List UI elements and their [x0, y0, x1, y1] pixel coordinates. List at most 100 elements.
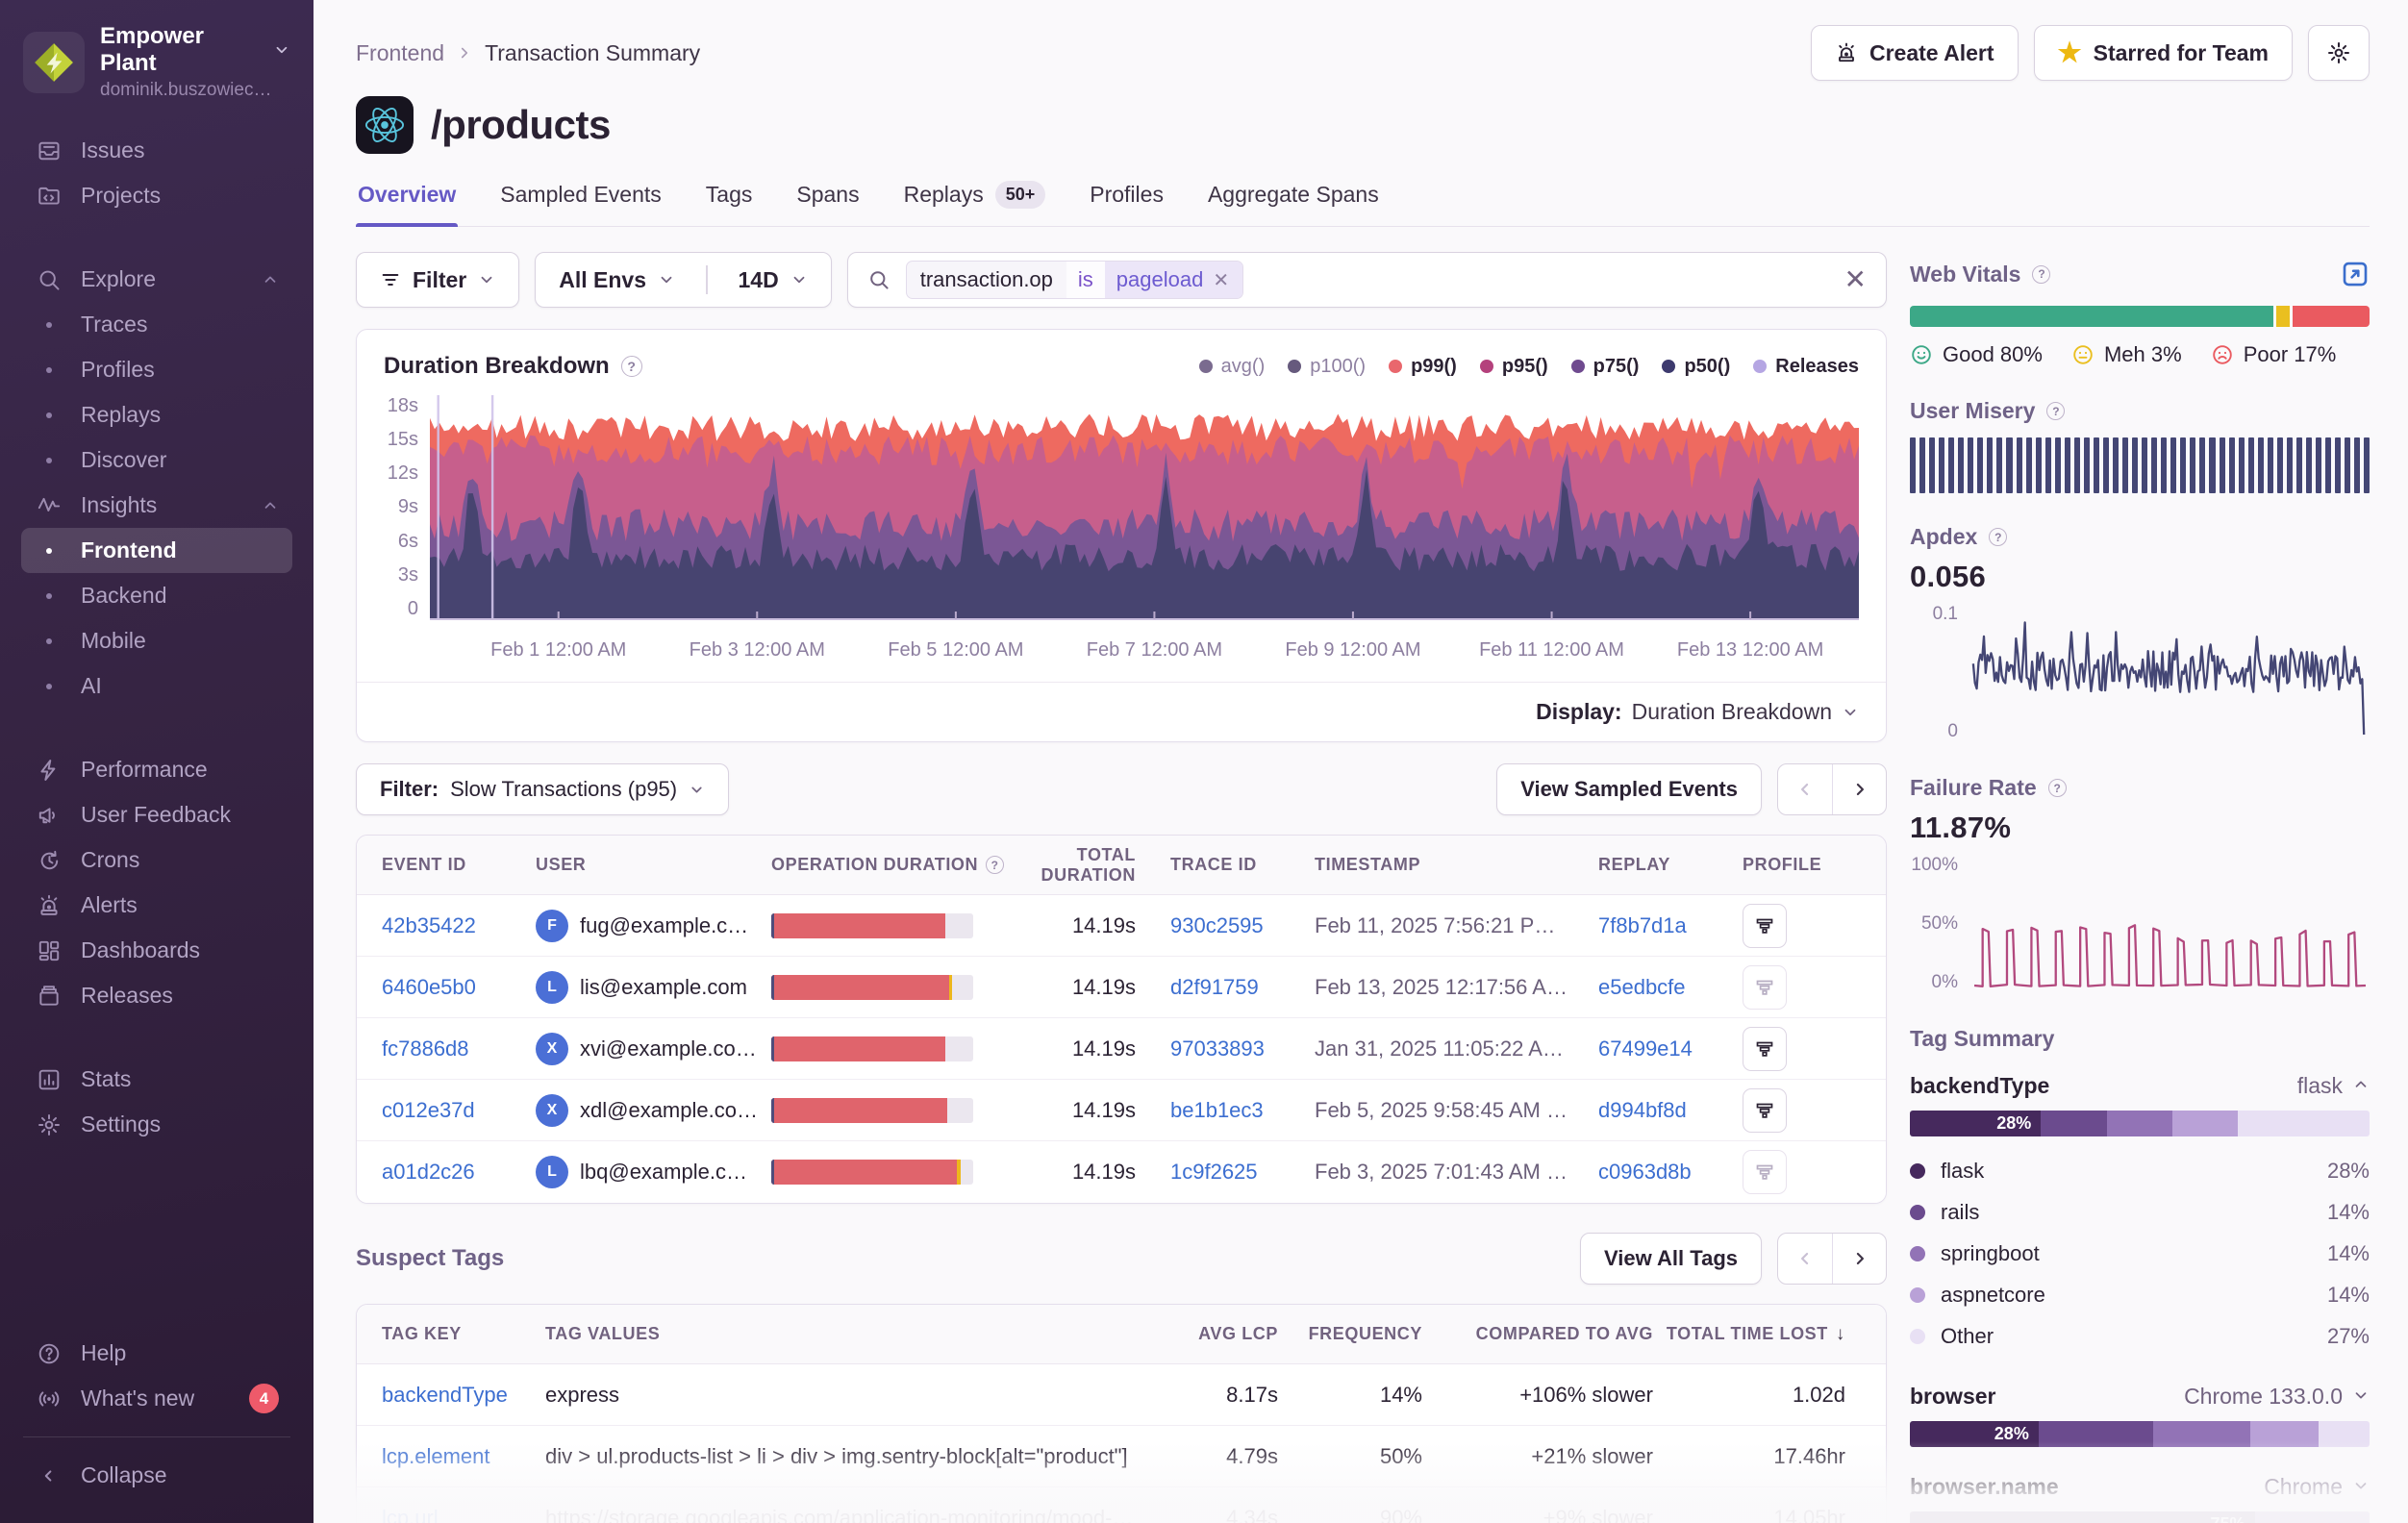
org-logo[interactable] — [23, 32, 85, 93]
tag-group-selector[interactable]: Chrome 133.0.0 — [2184, 1384, 2370, 1410]
sidebar-item-dashboards[interactable]: Dashboards — [21, 928, 292, 973]
sidebar-item-releases[interactable]: Releases — [21, 973, 292, 1018]
sidebar-item-stats[interactable]: Stats — [21, 1057, 292, 1102]
trace-id-link[interactable]: 1c9f2625 — [1170, 1160, 1315, 1185]
env-daterange-group[interactable]: All Envs 14D — [535, 252, 831, 308]
trace-id-link[interactable]: be1b1ec3 — [1170, 1098, 1315, 1123]
prev-page-button[interactable] — [1778, 1234, 1832, 1284]
tab-sampled-events[interactable]: Sampled Events — [498, 177, 663, 226]
event-id-link[interactable]: c012e37d — [382, 1098, 536, 1123]
legend-item-p75[interactable]: p75() — [1571, 356, 1640, 378]
trace-id-link[interactable]: d2f91759 — [1170, 975, 1315, 1000]
view-sampled-events-button[interactable]: View Sampled Events — [1496, 763, 1762, 815]
sidebar-item-alerts[interactable]: Alerts — [21, 883, 292, 928]
sidebar-item-settings[interactable]: Settings — [21, 1102, 292, 1147]
replay-id-link[interactable]: 67499e14 — [1598, 1036, 1743, 1061]
legend-item-p100[interactable]: p100() — [1288, 356, 1366, 378]
legend-item-p95[interactable]: p95() — [1480, 356, 1548, 378]
view-all-tags-button[interactable]: View All Tags — [1580, 1233, 1762, 1285]
sidebar-item-explore[interactable]: Explore — [21, 257, 292, 302]
app-root: Empower Plant dominik.buszowiec… IssuesP… — [0, 0, 2408, 1523]
tag-group-header: backendTypeflask — [1910, 1073, 2370, 1099]
sidebar-item-frontend[interactable]: Frontend — [21, 528, 292, 573]
sidebar-item-what-s-new[interactable]: What's new4 — [21, 1376, 292, 1421]
replay-id-link[interactable]: 7f8b7d1a — [1598, 913, 1743, 938]
sidebar-item-user-feedback[interactable]: User Feedback — [21, 792, 292, 837]
tab-profiles[interactable]: Profiles — [1088, 177, 1166, 226]
daterange-selector[interactable]: 14D — [739, 267, 779, 293]
legend-item-p99[interactable]: p99() — [1389, 356, 1457, 378]
tag-group-selector[interactable]: flask — [2297, 1073, 2370, 1099]
help-icon[interactable]: ? — [621, 356, 642, 377]
token-remove-icon[interactable]: ✕ — [1213, 268, 1235, 292]
create-alert-button[interactable]: Create Alert — [1811, 25, 2019, 81]
legend-item-releases[interactable]: Releases — [1753, 356, 1859, 378]
help-icon[interactable]: ? — [2046, 402, 2065, 420]
transactions-filter-dropdown[interactable]: Filter: Slow Transactions (p95) — [356, 763, 729, 815]
prev-page-button[interactable] — [1778, 764, 1832, 814]
y-tick: 15s — [388, 429, 418, 451]
sidebar-item-ai[interactable]: AI — [21, 663, 292, 709]
profile-button[interactable] — [1743, 904, 1787, 948]
breadcrumb-parent[interactable]: Frontend — [356, 40, 444, 66]
help-icon[interactable]: ? — [1989, 528, 2007, 546]
display-selector[interactable]: Duration Breakdown — [1632, 699, 1859, 725]
profile-button[interactable] — [1743, 1150, 1787, 1194]
tag-key-link[interactable]: lcp.url — [382, 1506, 545, 1523]
trace-id-link[interactable]: 930c2595 — [1170, 913, 1315, 938]
search-token[interactable]: transaction.op is pageload ✕ — [906, 261, 1243, 299]
legend-item-avg[interactable]: avg() — [1199, 356, 1266, 378]
open-web-vitals-icon[interactable] — [2341, 260, 2370, 288]
event-id-link[interactable]: 6460e5b0 — [382, 975, 536, 1000]
sort-desc-icon[interactable]: ↓ — [1836, 1324, 1845, 1345]
sidebar-item-insights[interactable]: Insights — [21, 483, 292, 528]
sidebar-item-mobile[interactable]: Mobile — [21, 618, 292, 663]
tab-replays[interactable]: Replays50+ — [902, 177, 1048, 226]
column-header-timestamp: TIMESTAMP — [1315, 855, 1598, 875]
next-page-button[interactable] — [1832, 1234, 1886, 1284]
help-icon[interactable]: ? — [2048, 779, 2067, 797]
sidebar-item-replays[interactable]: Replays — [21, 392, 292, 437]
tag-group-selector[interactable]: Chrome — [2264, 1474, 2370, 1500]
search-input[interactable]: transaction.op is pageload ✕ ✕ — [847, 252, 1887, 308]
next-page-button[interactable] — [1832, 764, 1886, 814]
event-id-link[interactable]: 42b35422 — [382, 913, 536, 938]
replay-id-link[interactable]: c0963d8b — [1598, 1160, 1743, 1185]
profile-button[interactable] — [1743, 1027, 1787, 1071]
help-icon[interactable]: ? — [986, 856, 1004, 874]
tag-key-link[interactable]: lcp.element — [382, 1444, 545, 1469]
replay-id-link[interactable]: e5edbcfe — [1598, 975, 1743, 1000]
tab-aggregate-spans[interactable]: Aggregate Spans — [1206, 177, 1381, 226]
sidebar-item-performance[interactable]: Performance — [21, 747, 292, 792]
event-id-link[interactable]: a01d2c26 — [382, 1160, 536, 1185]
sidebar-item-help[interactable]: Help — [21, 1331, 292, 1376]
sidebar-item-crons[interactable]: Crons — [21, 837, 292, 883]
sidebar-collapse[interactable]: Collapse — [21, 1453, 292, 1498]
filter-dropdown[interactable]: Filter — [356, 252, 519, 308]
help-icon[interactable]: ? — [2032, 265, 2050, 284]
trace-id-link[interactable]: 97033893 — [1170, 1036, 1315, 1061]
legend-item-p50[interactable]: p50() — [1662, 356, 1730, 378]
sidebar-item-traces[interactable]: Traces — [21, 302, 292, 347]
sidebar-item-discover[interactable]: Discover — [21, 437, 292, 483]
sidebar-item-backend[interactable]: Backend — [21, 573, 292, 618]
sidebar-item-issues[interactable]: Issues — [21, 128, 292, 173]
search-clear-icon[interactable]: ✕ — [1844, 266, 1867, 293]
starred-for-team-button[interactable]: ★ Starred for Team — [2034, 25, 2293, 81]
sidebar-item-projects[interactable]: Projects — [21, 173, 292, 218]
org-switcher[interactable]: Empower Plant dominik.buszowiec… — [0, 19, 314, 114]
event-id-link[interactable]: fc7886d8 — [382, 1036, 536, 1061]
sidebar-item-profiles[interactable]: Profiles — [21, 347, 292, 392]
tag-key-link[interactable]: backendType — [382, 1383, 545, 1408]
profile-button[interactable] — [1743, 965, 1787, 1010]
tab-tags[interactable]: Tags — [704, 177, 755, 226]
tab-overview[interactable]: Overview — [356, 177, 458, 226]
duration-chart[interactable] — [430, 395, 1859, 620]
profile-button[interactable] — [1743, 1088, 1787, 1133]
env-selector[interactable]: All Envs — [559, 267, 646, 293]
settings-button[interactable] — [2308, 25, 2370, 81]
operation-duration-cell — [771, 975, 1016, 1000]
replay-id-link[interactable]: d994bf8d — [1598, 1098, 1743, 1123]
tab-spans[interactable]: Spans — [794, 177, 861, 226]
duration-bar-warning — [949, 975, 952, 1000]
